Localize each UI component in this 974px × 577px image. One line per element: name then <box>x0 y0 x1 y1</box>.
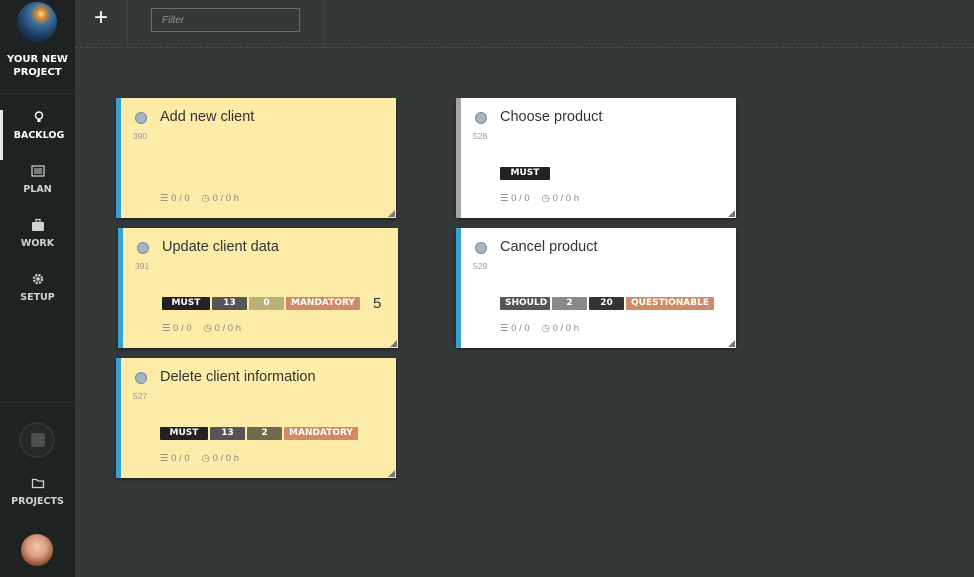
task-count: ☰ 0 / 0 <box>500 323 530 334</box>
value-tag[interactable]: 20 <box>589 297 624 310</box>
nav-setup[interactable]: SETUP <box>0 272 75 322</box>
points-tag[interactable]: 2 <box>552 297 587 310</box>
card-meta: ☰ 0 / 0 ◷ 0 / 0 h <box>160 453 239 464</box>
clock-icon: ◷ <box>541 193 553 204</box>
time-count: ◷ 0 / 0 h <box>541 323 580 334</box>
task-count: ☰ 0 / 0 <box>500 193 530 204</box>
filter-container <box>128 0 325 48</box>
card-id: 529 <box>473 261 488 271</box>
story-card[interactable]: Update client data 391 MUST 13 0 MANDATO… <box>118 228 398 348</box>
status-radio[interactable] <box>475 112 487 124</box>
gear-icon <box>32 273 43 285</box>
status-radio[interactable] <box>475 242 487 254</box>
list-icon <box>30 165 45 177</box>
resize-handle-icon[interactable] <box>388 470 395 477</box>
card-title[interactable]: Add new client <box>160 109 254 125</box>
tasks-icon: ☰ <box>500 193 512 204</box>
card-tags: MUST 13 0 MANDATORY <box>162 297 360 310</box>
project-logo[interactable] <box>17 2 57 42</box>
points-tag[interactable]: 13 <box>210 427 245 440</box>
story-card[interactable]: Delete client information 527 MUST 13 2 … <box>116 358 396 478</box>
card-id: 391 <box>135 261 150 271</box>
card-tags: MUST <box>500 167 550 180</box>
lightbulb-icon <box>34 111 44 122</box>
clock-icon: ◷ <box>201 193 213 204</box>
priority-tag[interactable]: MUST <box>160 427 208 440</box>
category-tag[interactable]: MANDATORY <box>286 297 360 310</box>
top-toolbar: + <box>75 0 974 48</box>
card-title[interactable]: Choose product <box>500 109 602 125</box>
card-meta: ☰ 0 / 0 ◷ 0 / 0 h <box>162 323 241 334</box>
priority-tag[interactable]: SHOULD <box>500 297 550 310</box>
task-count: ☰ 0 / 0 <box>160 193 190 204</box>
category-tag[interactable]: QUESTIONABLE <box>626 297 714 310</box>
clock-icon: ◷ <box>203 323 215 334</box>
nav-projects[interactable]: PROJECTS <box>0 476 75 526</box>
card-meta: ☰ 0 / 0 ◷ 0 / 0 h <box>160 193 239 204</box>
time-count: ◷ 0 / 0 h <box>541 193 580 204</box>
card-tags: MUST 13 2 MANDATORY <box>160 427 358 440</box>
card-id: 390 <box>133 131 148 141</box>
card-id: 528 <box>473 131 488 141</box>
task-count: ☰ 0 / 0 <box>160 453 190 464</box>
project-name[interactable]: YOUR NEW PROJECT <box>0 53 75 79</box>
card-title[interactable]: Update client data <box>162 239 279 255</box>
folder-icon <box>31 478 44 489</box>
task-count: ☰ 0 / 0 <box>162 323 192 334</box>
story-card[interactable]: Add new client 390 ☰ 0 / 0 ◷ 0 / 0 h <box>116 98 396 218</box>
status-radio[interactable] <box>135 372 147 384</box>
story-card[interactable]: Cancel product 529 SHOULD 2 20 QUESTIONA… <box>456 228 736 348</box>
sidebar: YOUR NEW PROJECT BACKLOG PLAN WORK SETUP… <box>0 0 75 577</box>
category-tag[interactable]: MANDATORY <box>284 427 358 440</box>
briefcase-icon <box>31 218 44 231</box>
time-count: ◷ 0 / 0 h <box>201 453 240 464</box>
priority-tag[interactable]: MUST <box>162 297 210 310</box>
tasks-icon: ☰ <box>160 453 172 464</box>
resize-handle-icon[interactable] <box>390 340 397 347</box>
card-id: 527 <box>133 391 148 401</box>
nav-backlog[interactable]: BACKLOG <box>0 110 75 160</box>
add-story-button[interactable]: + <box>75 0 128 48</box>
tasks-icon: ☰ <box>500 323 512 334</box>
resize-handle-icon[interactable] <box>728 340 735 347</box>
time-count: ◷ 0 / 0 h <box>201 193 240 204</box>
time-count: ◷ 0 / 0 h <box>203 323 242 334</box>
view-toggle[interactable] <box>19 422 55 458</box>
priority-tag[interactable]: MUST <box>500 167 550 180</box>
card-meta: ☰ 0 / 0 ◷ 0 / 0 h <box>500 193 579 204</box>
filter-input[interactable] <box>151 8 300 32</box>
status-radio[interactable] <box>137 242 149 254</box>
clock-icon: ◷ <box>541 323 553 334</box>
nav-work[interactable]: WORK <box>0 218 75 268</box>
card-meta: ☰ 0 / 0 ◷ 0 / 0 h <box>500 323 579 334</box>
story-card[interactable]: Choose product 528 MUST ☰ 0 / 0 ◷ 0 / 0 … <box>456 98 736 218</box>
points-tag[interactable]: 13 <box>212 297 247 310</box>
tasks-icon: ☰ <box>162 323 174 334</box>
card-title[interactable]: Delete client information <box>160 369 316 385</box>
resize-handle-icon[interactable] <box>388 210 395 217</box>
value-tag[interactable]: 2 <box>247 427 282 440</box>
nav-plan[interactable]: PLAN <box>0 164 75 214</box>
tasks-icon: ☰ <box>160 193 172 204</box>
user-avatar[interactable] <box>21 534 53 566</box>
value-tag[interactable]: 0 <box>249 297 284 310</box>
status-radio[interactable] <box>135 112 147 124</box>
card-title[interactable]: Cancel product <box>500 239 598 255</box>
sidebar-divider <box>0 402 75 403</box>
resize-handle-icon[interactable] <box>728 210 735 217</box>
card-tags: SHOULD 2 20 QUESTIONABLE <box>500 297 714 310</box>
clock-icon: ◷ <box>201 453 213 464</box>
sidebar-divider <box>0 93 75 94</box>
card-number: 5 <box>373 295 382 312</box>
toggle-knob <box>31 433 45 447</box>
